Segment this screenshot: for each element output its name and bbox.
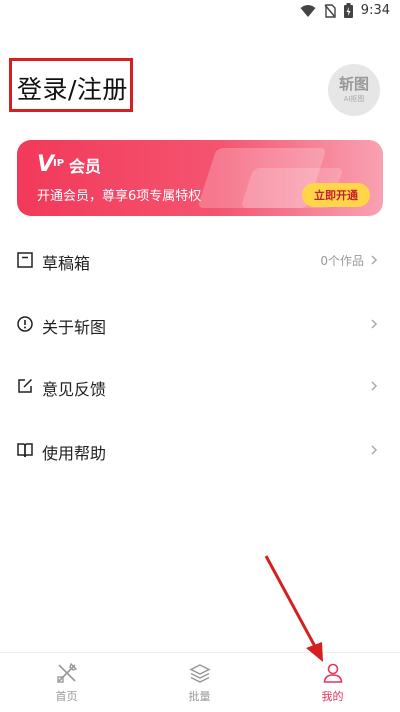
vip-banner[interactable]: V IP 会员 开通会员，尊享6项专属特权 立即开通 xyxy=(17,140,383,216)
battery-charging-icon xyxy=(343,3,353,18)
design-tools-icon xyxy=(56,662,77,683)
tab-label: 首页 xyxy=(55,690,78,703)
book-help-icon xyxy=(17,443,33,458)
menu-item-feedback[interactable]: 意见反馈 xyxy=(0,366,400,406)
menu-item-label: 关于斩图 xyxy=(42,318,107,337)
menu-item-label: 使用帮助 xyxy=(42,444,107,463)
menu-item-about[interactable]: 关于斩图 xyxy=(0,304,400,344)
menu-item-label: 意见反馈 xyxy=(42,380,107,399)
login-register-link[interactable]: 登录/注册 xyxy=(17,70,128,106)
tab-mine[interactable]: 我的 xyxy=(266,653,399,712)
tab-label: 我的 xyxy=(321,690,344,703)
menu-item-label: 草稿箱 xyxy=(42,254,91,273)
logo-main-text: 斩图 xyxy=(338,75,369,93)
draft-count: 0个作品 xyxy=(320,254,364,268)
chevron-right-icon xyxy=(371,381,378,391)
menu-item-drafts[interactable]: 草稿箱 0个作品 xyxy=(0,240,400,280)
no-sim-icon xyxy=(324,3,336,18)
profile-page: 9:34 登录/注册 斩图 AI抠图 V IP 会员 开通会员，尊享6项专属特权… xyxy=(0,0,400,712)
tab-batch[interactable]: 批量 xyxy=(133,653,266,712)
chevron-right-icon xyxy=(371,319,378,329)
draft-box-icon xyxy=(17,252,33,268)
tab-home[interactable]: 首页 xyxy=(0,653,133,712)
layers-icon xyxy=(188,664,211,683)
vip-title: 会员 xyxy=(69,157,102,176)
app-logo: 斩图 AI抠图 xyxy=(328,64,380,116)
info-circle-icon xyxy=(17,316,33,332)
vip-logo-mark: V xyxy=(37,152,55,177)
status-bar: 9:34 xyxy=(0,0,400,24)
bottom-navigation: 首页 批量 我的 xyxy=(0,652,400,712)
status-time: 9:34 xyxy=(360,3,390,18)
menu-item-help[interactable]: 使用帮助 xyxy=(0,430,400,470)
edit-feedback-icon xyxy=(18,378,33,393)
chevron-right-icon xyxy=(371,255,378,265)
tab-label: 批量 xyxy=(188,690,211,703)
chevron-right-icon xyxy=(371,445,378,455)
vip-description: 开通会员，尊享6项专属特权 xyxy=(37,189,202,204)
vip-logo-suffix: IP xyxy=(53,158,65,169)
open-vip-button[interactable]: 立即开通 xyxy=(302,183,370,207)
logo-sub-text: AI抠图 xyxy=(343,95,365,103)
wifi-icon xyxy=(300,4,316,17)
user-icon xyxy=(323,663,342,683)
